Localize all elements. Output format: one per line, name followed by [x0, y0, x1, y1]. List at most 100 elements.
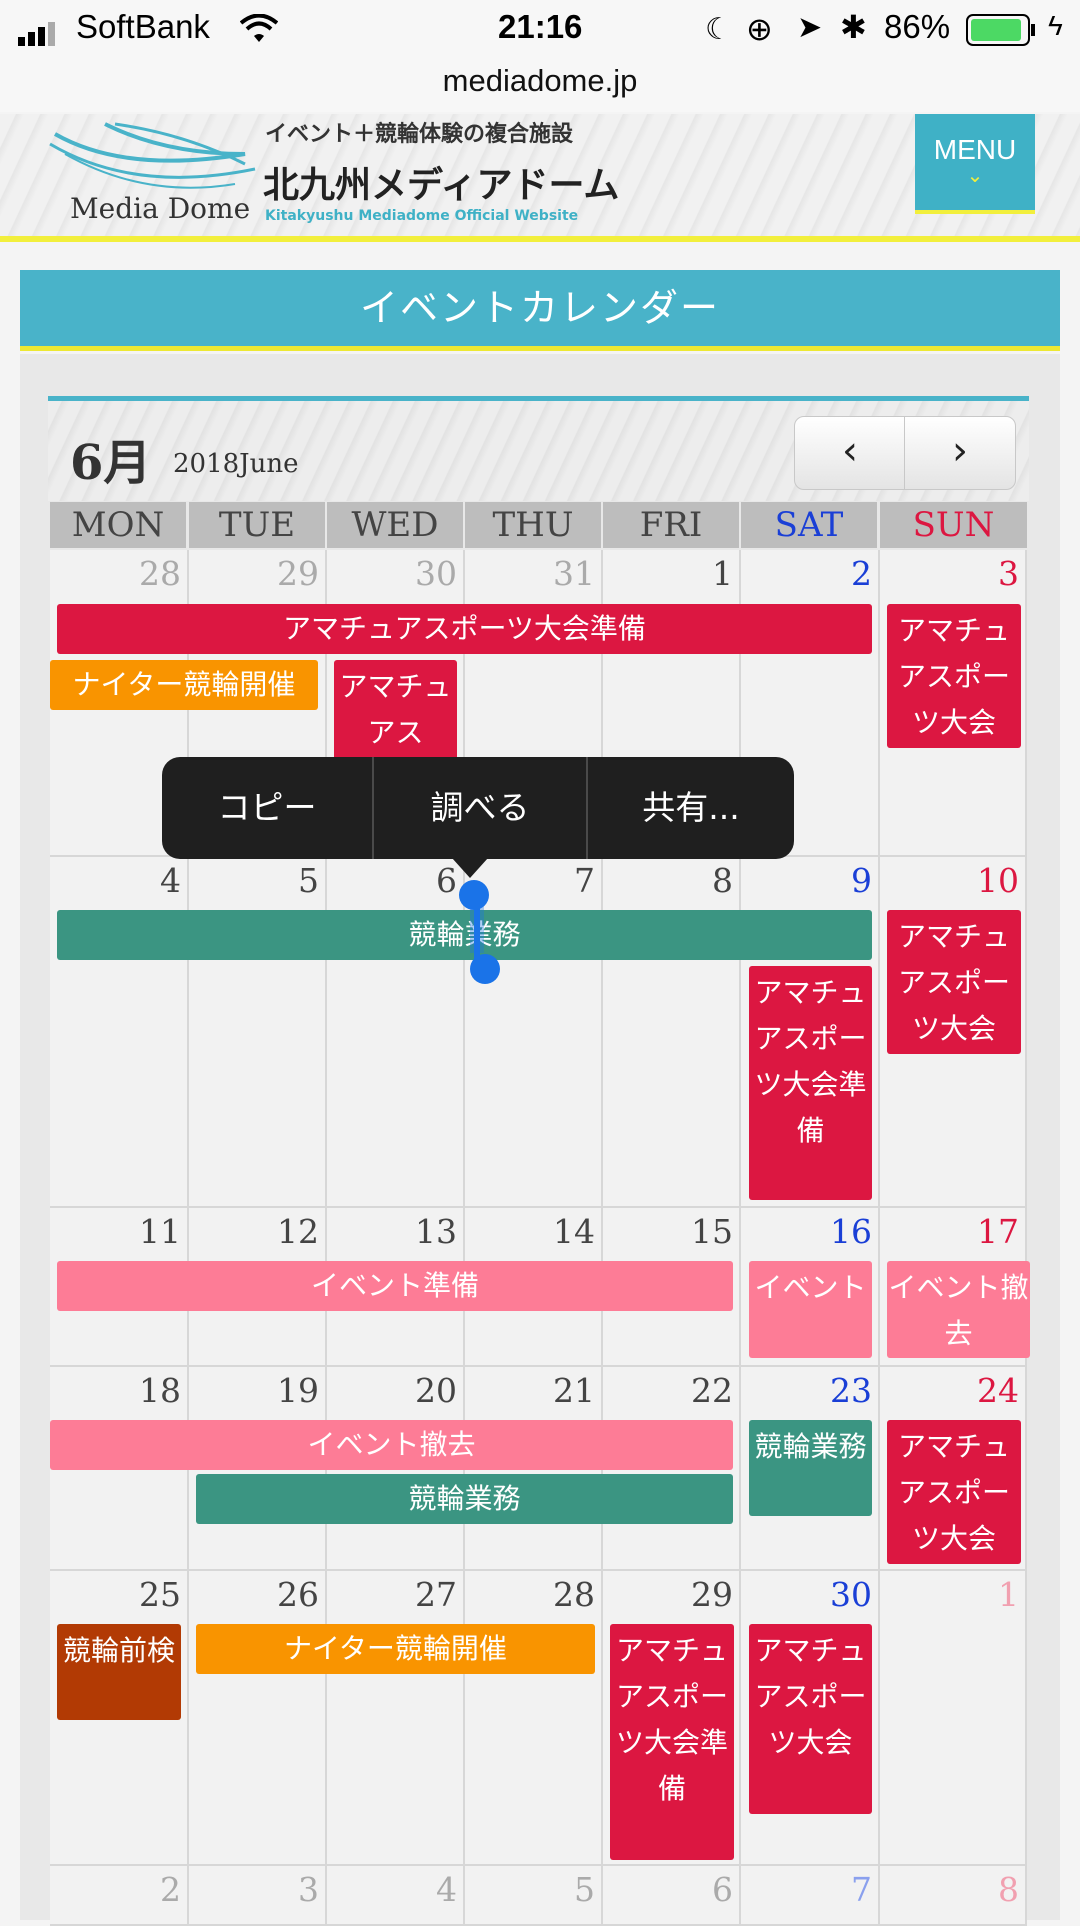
day-number: 1 [712, 554, 733, 593]
day-number: 13 [415, 1212, 457, 1251]
day-number: 3 [298, 1870, 319, 1909]
event-bar[interactable]: ナイター競輪開催 [196, 1624, 595, 1674]
day-number: 5 [574, 1870, 595, 1909]
day-number: 19 [277, 1371, 319, 1410]
weekday-sun: SUN [880, 502, 1027, 548]
url-bar[interactable]: mediadome.jp [0, 60, 1080, 112]
lookup-menu-item[interactable]: 調べる [374, 757, 586, 859]
wifi-icon [239, 13, 279, 49]
site-name-en: Kitakyushu Mediadome Official Website [265, 208, 579, 224]
day-number: 28 [139, 554, 181, 593]
event-box[interactable]: アマチュアスポーツ大会 [887, 1420, 1021, 1564]
day-number: 3 [998, 554, 1019, 593]
wave-logo-icon [49, 122, 256, 189]
chevron-right-icon: › [952, 428, 968, 474]
rotation-lock-icon: ⊕ [746, 11, 773, 47]
charging-icon: ϟ [1048, 10, 1063, 41]
event-bar[interactable]: 競輪業務 [57, 910, 872, 960]
day-number: 30 [830, 1575, 872, 1614]
selection-end-handle[interactable] [470, 954, 500, 984]
battery-icon [966, 14, 1038, 51]
event-bar[interactable]: アマチュアスポーツ大会準備 [57, 604, 872, 654]
moon-icon: ☾ [705, 13, 732, 46]
weekday-thu: THU [465, 502, 601, 548]
event-box[interactable]: アマチュアスポーツ大会 [887, 604, 1021, 748]
event-box[interactable]: アマチュアスポーツ大会 [887, 910, 1021, 1054]
month-label: 6月 [70, 435, 152, 491]
event-box[interactable]: アマチュアスポーツ大会準備 [610, 1624, 734, 1860]
site-header: Media Dome イベント＋競輪体験の複合施設 北九州メディアドーム Kit… [0, 114, 1080, 242]
day-number: 6 [436, 861, 457, 900]
prev-month-button[interactable]: ‹ [794, 416, 906, 490]
day-number: 27 [415, 1575, 457, 1614]
bluetooth-icon: ✱ [840, 9, 867, 45]
location-icon: ➤ [797, 11, 823, 44]
event-bar[interactable]: イベント準備 [57, 1261, 733, 1311]
event-box[interactable]: 競輪前検 [57, 1624, 181, 1720]
day-number: 1 [998, 1575, 1019, 1614]
menu-button[interactable]: MENU ⌄ [915, 114, 1035, 214]
day-number: 29 [277, 554, 319, 593]
menu-label: MENU [933, 134, 1017, 165]
clock: 21:16 [498, 8, 583, 45]
day-number: 29 [691, 1575, 733, 1614]
battery-percent: 86% [884, 8, 951, 45]
calendar-day-cell[interactable] [880, 1571, 1027, 1866]
day-number: 4 [160, 861, 181, 900]
day-number: 17 [977, 1212, 1019, 1251]
section-title: イベントカレンダー [20, 270, 1060, 351]
day-number: 6 [712, 1870, 733, 1909]
weekday-fri: FRI [603, 502, 739, 548]
day-number: 11 [139, 1212, 181, 1251]
context-menu-pointer [452, 858, 488, 878]
event-bar[interactable]: ナイター競輪開催 [50, 660, 318, 710]
carrier-label: SoftBank [76, 8, 210, 45]
day-number: 21 [553, 1371, 595, 1410]
next-month-button[interactable]: › [904, 416, 1016, 490]
day-number: 16 [830, 1212, 872, 1251]
day-number: 7 [851, 1870, 872, 1909]
calendar-day-cell[interactable] [327, 1571, 465, 1866]
text-context-menu: コピー 調べる 共有... [162, 757, 794, 859]
day-number: 4 [436, 1870, 457, 1909]
day-number: 5 [298, 861, 319, 900]
chevron-down-icon: ⌄ [966, 163, 984, 187]
site-logo[interactable]: Media Dome イベント＋競輪体験の複合施設 北九州メディアドーム Kit… [45, 114, 620, 236]
day-number: 23 [830, 1371, 872, 1410]
day-number: 20 [415, 1371, 457, 1410]
day-number: 15 [691, 1212, 733, 1251]
weekday-tue: TUE [189, 502, 325, 548]
day-number: 8 [712, 861, 733, 900]
weekday-mon: MON [50, 502, 186, 548]
logo-text: Media Dome [70, 192, 251, 225]
event-bar[interactable]: イベント撤去 [50, 1420, 733, 1470]
event-box[interactable]: イベント撤去 [887, 1261, 1030, 1358]
tagline: イベント＋競輪体験の複合施設 [265, 122, 574, 147]
signal-icon [18, 22, 62, 51]
calendar-day-cell[interactable] [465, 1571, 603, 1866]
site-name: 北九州メディアドーム [263, 165, 620, 206]
calendar-day-cell[interactable] [189, 1571, 327, 1866]
day-number: 18 [139, 1371, 181, 1410]
weekday-wed: WED [327, 502, 463, 548]
event-box[interactable]: イベント [749, 1261, 872, 1358]
day-number: 24 [977, 1371, 1019, 1410]
day-number: 2 [851, 554, 872, 593]
day-number: 25 [139, 1575, 181, 1614]
selection-start-handle[interactable] [459, 880, 489, 910]
event-box[interactable]: アマチュアスポーツ大会準備 [749, 966, 872, 1200]
event-box[interactable]: アマチュアス [334, 660, 457, 760]
year-label: 2018June [173, 449, 299, 479]
day-number: 26 [277, 1575, 319, 1614]
event-box[interactable]: 競輪業務 [749, 1420, 872, 1516]
day-number: 31 [553, 554, 595, 593]
share-menu-item[interactable]: 共有... [588, 757, 794, 859]
day-number: 28 [553, 1575, 595, 1614]
event-box[interactable]: アマチュアスポーツ大会 [749, 1624, 872, 1814]
day-number: 8 [998, 1870, 1019, 1909]
copy-menu-item[interactable]: コピー [162, 757, 372, 859]
event-bar[interactable]: 競輪業務 [196, 1474, 733, 1524]
day-number: 12 [277, 1212, 319, 1251]
chevron-left-icon: ‹ [842, 428, 858, 474]
day-number: 2 [160, 1870, 181, 1909]
